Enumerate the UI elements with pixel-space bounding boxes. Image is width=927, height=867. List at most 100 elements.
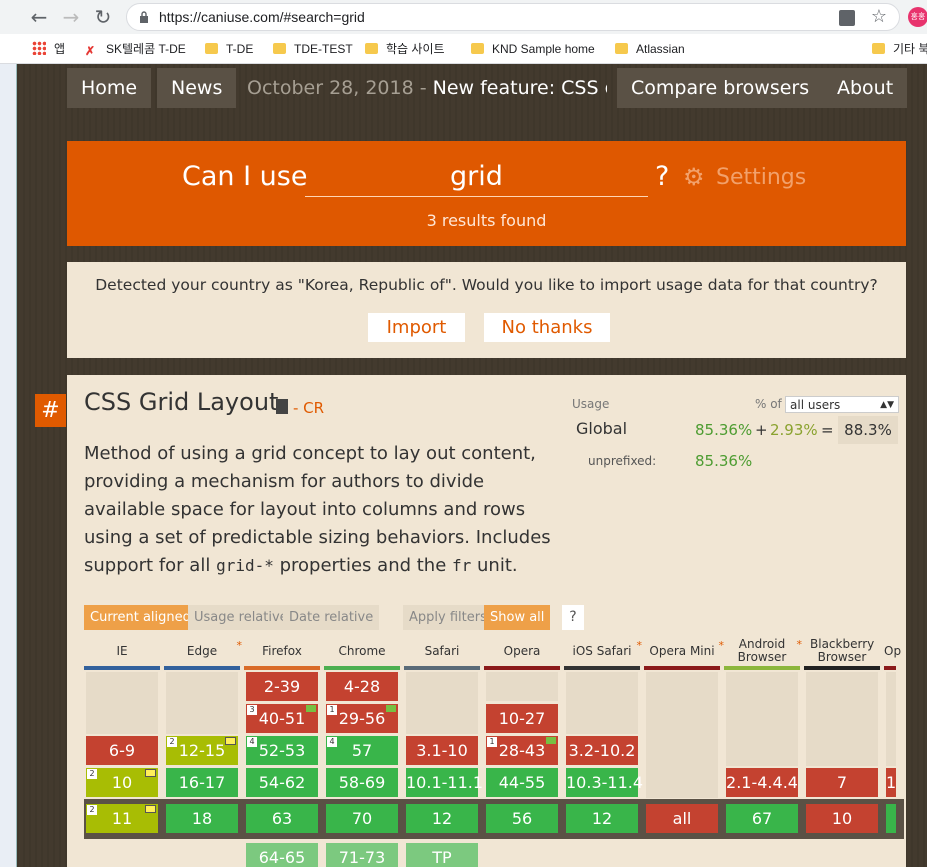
flag-icon [546, 737, 556, 744]
support-cell-current[interactable]: 12 [406, 804, 478, 833]
support-cell[interactable]: 54-62 [246, 768, 318, 797]
support-cell-empty [646, 672, 718, 798]
back-icon[interactable]: ← [27, 5, 51, 29]
support-cell-empty [486, 672, 558, 701]
support-cell[interactable]: 2.1-4.4.4 [726, 768, 798, 797]
browser-bar-opera-mobile [884, 666, 896, 670]
settings-link[interactable]: Settings [716, 165, 806, 190]
support-cell[interactable]: 44-55 [486, 768, 558, 797]
support-cell[interactable]: 1 [886, 768, 896, 797]
bookmark-knd[interactable]: KND Sample home [471, 40, 595, 58]
support-cell[interactable]: 1 28-43 [486, 736, 558, 765]
no-thanks-button[interactable]: No thanks [484, 313, 610, 342]
support-cell-current[interactable]: 63 [246, 804, 318, 833]
url-text: https://caniuse.com/#search=grid [159, 9, 365, 25]
news-title: New feature: CSS overfl... [432, 77, 607, 99]
bookmark-study[interactable]: 학습 사이트 [365, 40, 445, 58]
plus-sign: + [755, 421, 768, 439]
bookmark-star-icon[interactable]: ☆ [871, 6, 887, 27]
support-cell-future[interactable]: TP [406, 843, 478, 867]
users-select[interactable]: all users ▲▼ [785, 396, 899, 413]
tab-usage-relative[interactable]: Usage relative [188, 605, 294, 630]
profile-avatar[interactable]: 홍홍 [908, 7, 927, 27]
support-cell[interactable]: 3.1-10 [406, 736, 478, 765]
lock-icon [140, 11, 148, 23]
bookmark-tde[interactable]: T-DE [205, 40, 253, 58]
bookmark-other[interactable]: 기타 북 [872, 40, 927, 58]
help-button[interactable]: ? [562, 605, 584, 630]
support-cell-current[interactable]: 12 [566, 804, 638, 833]
tab-date-relative[interactable]: Date relative [283, 605, 380, 630]
folder-icon [273, 43, 286, 54]
feature-title: CSS Grid Layout [84, 388, 279, 416]
support-cell[interactable]: 6-9 [86, 736, 158, 765]
support-cell[interactable]: 58-69 [326, 768, 398, 797]
nav-home[interactable]: Home [67, 68, 152, 108]
support-cell-empty [886, 672, 896, 766]
support-cell-empty [166, 672, 238, 734]
nav-news[interactable]: News [157, 68, 237, 108]
browser-bar-opera [484, 666, 560, 670]
browser-header-opera-mini: Opera Mini * [649, 639, 724, 658]
support-cell-future[interactable]: 64-65 [246, 843, 318, 867]
support-cell-current[interactable]: 56 [486, 804, 558, 833]
import-button[interactable]: Import [368, 313, 465, 342]
support-cell[interactable]: 16-17 [166, 768, 238, 797]
browser-header-opera-mobile: Op [884, 645, 902, 658]
search-input[interactable]: grid [305, 157, 648, 197]
support-cell[interactable]: 2 12-15 [166, 736, 238, 765]
support-cell-current[interactable]: 67 [726, 804, 798, 833]
support-cell-current[interactable] [886, 804, 896, 833]
browser-bar-opera-mini [644, 666, 720, 670]
browser-header-android: Android Browser * [737, 637, 802, 664]
news-ticker[interactable]: October 28, 2018 - New feature: CSS over… [247, 68, 607, 108]
tab-current-aligned[interactable]: Current aligned [84, 605, 197, 630]
support-cell-current[interactable]: 18 [166, 804, 238, 833]
support-cell[interactable]: 3.2-10.2 [566, 736, 638, 765]
browser-header-chrome: Chrome [338, 644, 386, 658]
support-cell-current[interactable]: 10 [806, 804, 878, 833]
support-cell[interactable]: 2-39 [246, 672, 318, 701]
reload-icon[interactable]: ↻ [91, 5, 115, 29]
results-count: 3 results found [426, 211, 547, 230]
spec-document-icon[interactable] [276, 399, 288, 414]
flag-icon [306, 705, 316, 712]
gear-icon[interactable]: ⚙ [683, 163, 705, 191]
support-cell[interactable]: 10-27 [486, 704, 558, 733]
support-cell-future[interactable]: 71-73 [326, 843, 398, 867]
nav-about[interactable]: About [823, 68, 908, 108]
support-cell[interactable]: 2 10 [86, 768, 158, 797]
support-cell[interactable]: 7 [806, 768, 878, 797]
bookmark-sk[interactable]: ✗ SK텔레콤 T-DE [85, 40, 186, 58]
support-cell[interactable]: 4 57 [326, 736, 398, 765]
global-partial-support: 2.93% [770, 421, 818, 439]
support-cell-current[interactable]: 2 11 [86, 804, 158, 833]
global-total: 88.3% [838, 416, 898, 444]
show-all-button[interactable]: Show all [484, 605, 551, 630]
support-cell-current[interactable]: all [646, 804, 718, 833]
anchor-hash-link[interactable]: # [35, 394, 66, 427]
support-cell[interactable]: 4-28 [326, 672, 398, 701]
support-cell[interactable]: 10.1-11.1 [406, 768, 483, 797]
forward-icon[interactable]: → [59, 5, 83, 29]
browser-bar-chrome [324, 666, 400, 670]
support-cell-current[interactable]: 70 [326, 804, 398, 833]
translate-icon[interactable] [839, 10, 855, 26]
apply-filters-button[interactable]: Apply filters [403, 605, 493, 630]
bookmark-atlassian[interactable]: Atlassian [615, 40, 685, 58]
browser-bar-firefox [244, 666, 320, 670]
nav-compare-browsers[interactable]: Compare browsers [617, 68, 824, 108]
browser-header-blackberry: Blackberry Browser [810, 637, 875, 664]
bookmark-apps[interactable]: 앱 [32, 40, 65, 58]
browser-bar-blackberry [804, 666, 880, 670]
support-cell[interactable]: 1 29-56 [326, 704, 398, 733]
address-bar[interactable]: https://caniuse.com/#search=grid ☆ [126, 3, 900, 31]
support-cell[interactable]: 10.3-11.4 [566, 768, 643, 797]
support-cell[interactable]: 4 52-53 [246, 736, 318, 765]
browser-header-edge: Edge * [186, 639, 242, 658]
bookmark-tde-test[interactable]: TDE-TEST [273, 40, 353, 58]
flag-icon [386, 705, 396, 712]
spec-status[interactable]: - CR [293, 399, 324, 417]
browser-header-ie: IE [116, 644, 128, 658]
support-cell[interactable]: 3 40-51 [246, 704, 318, 733]
